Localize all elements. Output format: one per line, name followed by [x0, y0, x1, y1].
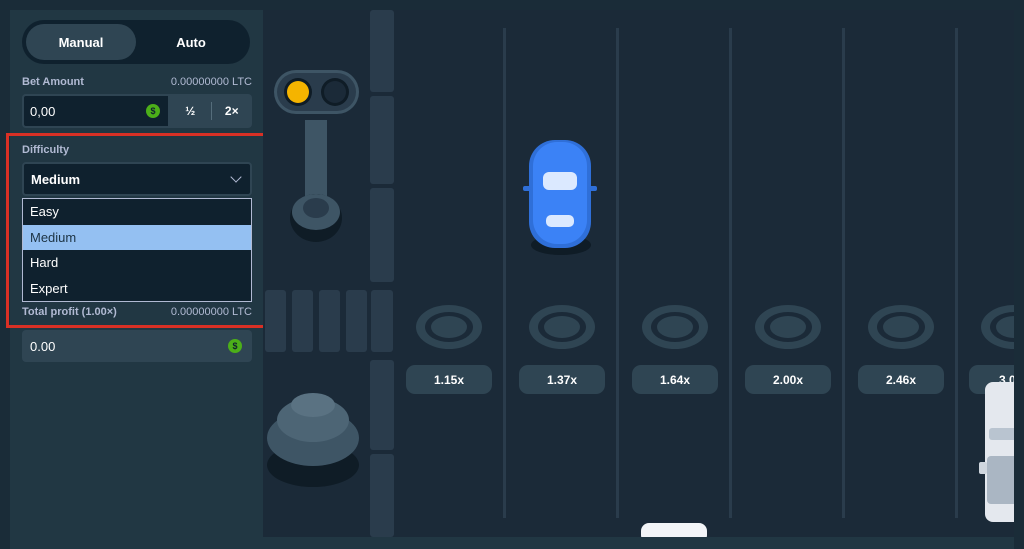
difficulty-selected: Medium — [31, 171, 81, 187]
bet-amount-header: Bet Amount 0.00000000 LTC — [22, 76, 252, 88]
crosswalk-stripes — [265, 290, 393, 352]
total-profit-field: 0.00 $ — [22, 330, 252, 362]
half-bet-button[interactable]: ½ — [170, 94, 211, 128]
bottom-bar — [10, 537, 1014, 549]
difficulty-options: Easy Medium Hard Expert — [22, 198, 252, 302]
vehicle-icon — [641, 523, 707, 537]
total-profit-header: Total profit (1.00×) 0.00000000 LTC — [22, 306, 252, 318]
option-medium[interactable]: Medium — [23, 224, 251, 250]
total-profit-label: Total profit (1.00×) — [22, 306, 117, 318]
bet-amount-label: Bet Amount — [22, 76, 84, 88]
bet-amount-value: 0,00 — [30, 103, 56, 119]
mode-toggle: Manual Auto — [22, 20, 250, 64]
game-board: 1.15x 1.37x 1.64x 2.00x 2.46x 3.0 — [263, 10, 1014, 537]
auto-tab[interactable]: Auto — [136, 24, 246, 60]
total-profit-amount: 0.00000000 LTC — [170, 306, 252, 318]
bet-balance: 0.00000000 LTC — [170, 76, 252, 88]
curb-blocks — [370, 10, 394, 537]
bet-amount-input[interactable]: 0,00 $ — [22, 94, 170, 128]
difficulty-label: Difficulty — [22, 144, 70, 156]
total-profit-value: 0.00 — [30, 338, 56, 354]
double-bet-button[interactable]: 2× — [212, 94, 253, 128]
option-easy[interactable]: Easy — [23, 199, 251, 225]
chevron-down-icon — [230, 171, 242, 183]
multiplier-label: 1.64x — [660, 373, 690, 387]
multiplier-label: 1.37x — [547, 373, 577, 387]
multiplier-label: 1.15x — [434, 373, 464, 387]
manual-tab[interactable]: Manual — [26, 24, 136, 60]
sidebar: Manual Auto Bet Amount 0.00000000 LTC 0,… — [10, 10, 263, 540]
currency-icon: $ — [146, 104, 160, 118]
multiplier-label: 2.46x — [886, 373, 916, 387]
currency-icon: $ — [228, 339, 242, 353]
option-hard[interactable]: Hard — [23, 250, 251, 276]
multiplier-label: 2.00x — [773, 373, 803, 387]
bet-amount-row: 0,00 $ ½ 2× — [22, 94, 252, 128]
difficulty-select[interactable]: Medium — [22, 162, 252, 196]
option-expert[interactable]: Expert — [23, 276, 251, 302]
game-scene: 1.15x 1.37x 1.64x 2.00x 2.46x 3.0 — [263, 10, 1014, 537]
difficulty-header: Difficulty — [22, 144, 252, 156]
